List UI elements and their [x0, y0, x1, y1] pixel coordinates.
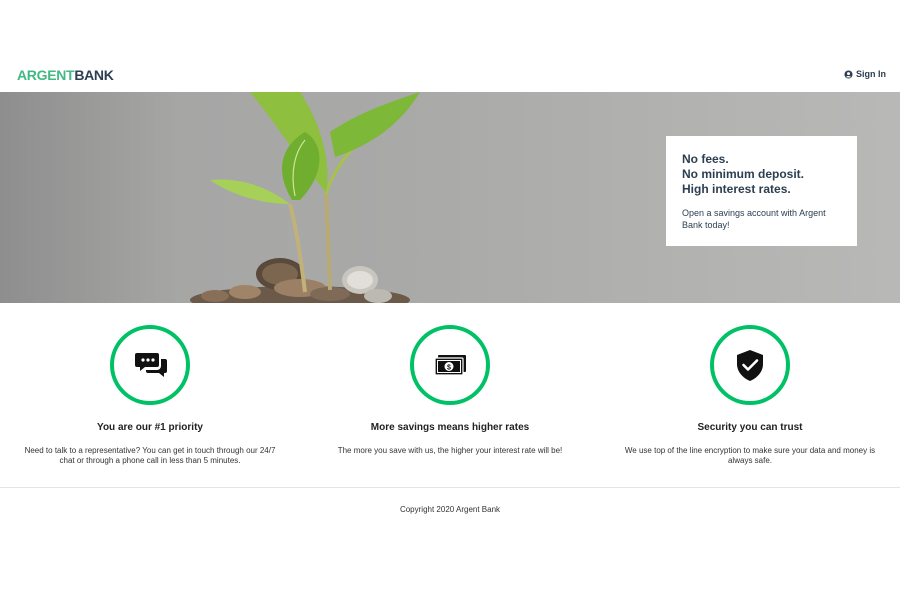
- feature-text: The more you save with us, the higher yo…: [337, 446, 563, 455]
- promo-line-3: High interest rates.: [682, 182, 791, 196]
- feature-item-savings: $ More savings means higher rates The mo…: [300, 325, 600, 456]
- logo-text-argent: ARGENT: [17, 67, 75, 83]
- money-icon: $: [434, 355, 466, 376]
- feature-text: We use top of the line encryption to mak…: [624, 446, 876, 465]
- shield-check-icon: [737, 350, 763, 381]
- sign-in-link[interactable]: Sign In: [844, 69, 886, 79]
- sign-in-label: Sign In: [856, 69, 886, 79]
- logo[interactable]: ARGENTBANK: [17, 67, 114, 83]
- promo-line-1: No fees.: [682, 152, 729, 166]
- logo-text-bank: BANK: [74, 67, 114, 83]
- feature-title: You are our #1 priority: [97, 422, 203, 433]
- feature-title: Security you can trust: [697, 422, 803, 433]
- main-nav: ARGENTBANK Sign In: [0, 56, 900, 92]
- footer-copyright: Copyright 2020 Argent Bank: [399, 505, 501, 514]
- feature-icon-circle: [710, 325, 790, 405]
- feature-icon-circle: $: [410, 325, 490, 405]
- chat-icon: [135, 353, 167, 377]
- promo-line-2: No minimum deposit.: [682, 167, 805, 181]
- feature-item-security: Security you can trust We use top of the…: [600, 325, 900, 466]
- footer-divider: [0, 487, 900, 488]
- feature-icon-circle: [110, 325, 190, 405]
- promo-description: Open a savings account with Argent Bank …: [682, 208, 826, 230]
- feature-item-priority: You are our #1 priority Need to talk to …: [0, 325, 300, 466]
- svg-text:$: $: [447, 364, 451, 371]
- hero-promo-card: No fees. No minimum deposit. High intere…: [666, 136, 857, 246]
- feature-text: Need to talk to a representative? You ca…: [24, 446, 276, 465]
- feature-title: More savings means higher rates: [370, 422, 530, 433]
- user-circle-icon: [844, 69, 853, 79]
